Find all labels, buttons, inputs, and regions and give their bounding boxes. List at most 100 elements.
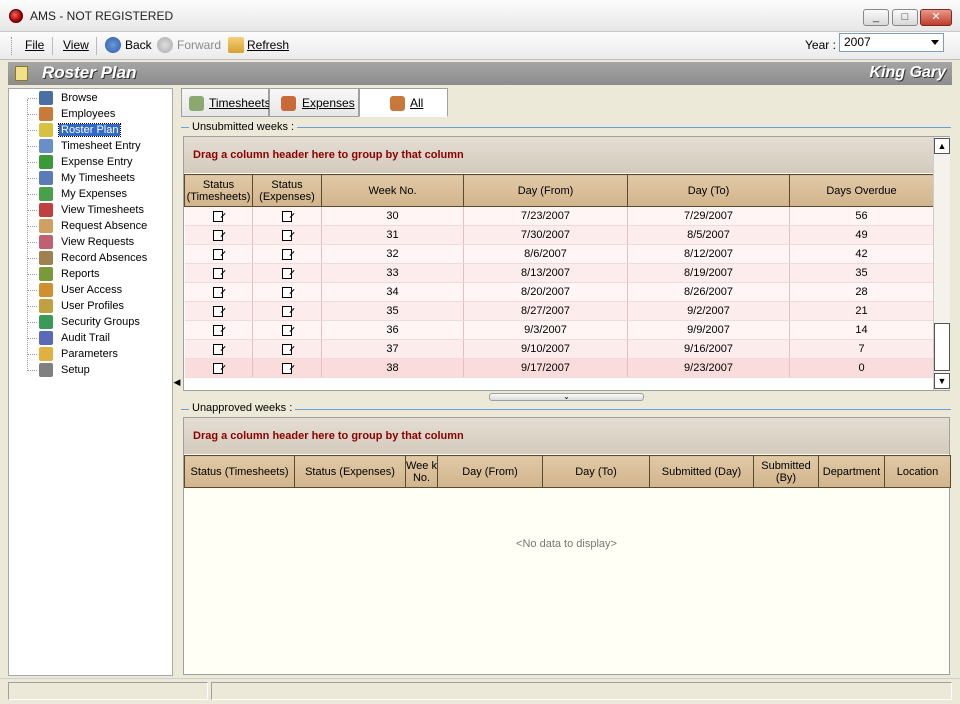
edit-document-icon[interactable] — [282, 248, 292, 260]
year-select[interactable]: 2007 — [839, 33, 944, 52]
minimize-button[interactable]: _ — [863, 9, 889, 26]
scroll-thumb[interactable] — [934, 323, 950, 371]
column-header-submitted-day[interactable]: Submitted (Day) — [649, 455, 754, 488]
tab-timesheets[interactable]: Timesheets — [181, 88, 271, 117]
table-row[interactable]: 32 8/6/2007 8/12/2007 42 — [184, 244, 934, 264]
tree-item-user-access[interactable]: User Access — [19, 283, 169, 299]
table-row[interactable]: 35 8/27/2007 9/2/2007 21 — [184, 301, 934, 321]
group-by-area[interactable]: Drag a column header here to group by th… — [184, 418, 949, 454]
scroll-up-icon[interactable]: ▲ — [934, 138, 950, 154]
tree-item-reports[interactable]: Reports — [19, 267, 169, 283]
column-header-status-expenses[interactable]: Status (Expenses) — [294, 455, 406, 488]
tree-item-label: Request Absence — [61, 220, 148, 232]
column-header-department[interactable]: Department — [818, 455, 885, 488]
column-header-status-expenses[interactable]: Status (Expenses) — [252, 174, 322, 207]
edit-document-icon[interactable] — [213, 324, 224, 336]
tree-item-view-requests[interactable]: View Requests — [19, 235, 169, 251]
app-icon — [9, 9, 23, 23]
forward-arrow-icon[interactable] — [157, 37, 173, 53]
tree-item-security-groups[interactable]: Security Groups — [19, 315, 169, 331]
table-row[interactable]: 36 9/3/2007 9/9/2007 14 — [184, 320, 934, 340]
file-menu[interactable]: File — [25, 38, 44, 52]
edit-document-icon[interactable] — [282, 305, 292, 317]
tab-all[interactable]: All — [359, 88, 448, 117]
group-by-area[interactable]: Drag a column header here to group by th… — [184, 137, 949, 173]
edit-document-icon[interactable] — [213, 286, 224, 298]
edit-document-icon[interactable] — [213, 229, 224, 241]
timesheets-tab-icon — [189, 96, 204, 111]
edit-document-icon[interactable] — [213, 267, 224, 279]
collapse-arrow-icon[interactable]: ◀ — [173, 376, 181, 388]
tree-item-my-expenses[interactable]: My Expenses — [19, 187, 169, 203]
tree-item-audit-trail[interactable]: Audit Trail — [19, 331, 169, 347]
table-row[interactable]: 30 7/23/2007 7/29/2007 56 — [184, 206, 934, 226]
column-header-day-from[interactable]: Day (From) — [437, 455, 543, 488]
tree-item-request-absence[interactable]: Request Absence — [19, 219, 169, 235]
table-row[interactable]: 37 9/10/2007 9/16/2007 7 — [184, 339, 934, 359]
table-row[interactable]: 34 8/20/2007 8/26/2007 28 — [184, 282, 934, 302]
column-header-week-no[interactable]: Week No. — [321, 174, 464, 207]
refresh-button[interactable]: Refresh — [247, 38, 289, 52]
edit-document-icon[interactable] — [282, 229, 292, 241]
tree-item-setup[interactable]: Setup — [19, 363, 169, 379]
table-row[interactable]: 31 7/30/2007 8/5/2007 49 — [184, 225, 934, 245]
column-header-location[interactable]: Location — [884, 455, 951, 488]
edit-document-icon[interactable] — [213, 362, 224, 374]
tree-item-my-timesheets[interactable]: My Timesheets — [19, 171, 169, 187]
toolbar-grip[interactable] — [11, 37, 14, 55]
edit-document-icon[interactable] — [282, 343, 292, 355]
status-panel — [8, 682, 208, 700]
edit-document-icon[interactable] — [282, 210, 292, 222]
current-user: King Gary — [869, 64, 946, 81]
edit-document-icon[interactable] — [282, 362, 292, 374]
tree-item-roster-plan[interactable]: Roster Plan — [19, 123, 169, 139]
column-header-day-to[interactable]: Day (To) — [542, 455, 650, 488]
table-row[interactable]: 38 9/17/2007 9/23/2007 0 — [184, 358, 934, 378]
expense-icon — [39, 155, 53, 169]
sidebar-splitter[interactable]: ◀ — [173, 88, 181, 676]
all-tab-icon — [390, 96, 405, 111]
tab-expenses[interactable]: Expenses — [269, 88, 359, 117]
tree-item-timesheet-entry[interactable]: Timesheet Entry — [19, 139, 169, 155]
chevron-down-icon[interactable] — [931, 40, 939, 45]
edit-document-icon[interactable] — [213, 210, 224, 222]
edit-document-icon[interactable] — [282, 286, 292, 298]
edit-document-icon[interactable] — [282, 324, 292, 336]
column-header-day-from[interactable]: Day (From) — [463, 174, 628, 207]
roster-plan-icon — [15, 66, 28, 81]
table-row[interactable]: 33 8/13/2007 8/19/2007 35 — [184, 263, 934, 283]
tree-item-record-absences[interactable]: Record Absences — [19, 251, 169, 267]
timesheet-icon — [39, 139, 53, 153]
back-button[interactable]: Back — [125, 38, 152, 52]
edit-document-icon[interactable] — [213, 305, 224, 317]
refresh-icon[interactable] — [228, 37, 244, 53]
main-panel: Timesheets Expenses All Unsubmitted week… — [181, 88, 952, 676]
view-menu[interactable]: View — [63, 38, 89, 52]
panel-splitter[interactable]: ⌄ — [489, 393, 644, 401]
maximize-button[interactable]: □ — [892, 9, 918, 26]
edit-document-icon[interactable] — [282, 267, 292, 279]
forward-button[interactable]: Forward — [177, 38, 221, 52]
tree-item-user-profiles[interactable]: User Profiles — [19, 299, 169, 315]
column-header-status-timesheets[interactable]: Status (Timesheets) — [184, 455, 295, 488]
tree-item-employees[interactable]: Employees — [19, 107, 169, 123]
scroll-down-icon[interactable]: ▼ — [934, 373, 950, 389]
unsubmitted-scrollbar[interactable]: ▲ ▼ — [933, 137, 950, 390]
back-arrow-icon[interactable] — [105, 37, 121, 53]
column-header-days-overdue[interactable]: Days Overdue — [789, 174, 934, 207]
eye-icon — [39, 235, 53, 249]
column-header-week-no[interactable]: Wee k No. — [405, 455, 438, 488]
tree-item-expense-entry[interactable]: Expense Entry — [19, 155, 169, 171]
tree-item-parameters[interactable]: Parameters — [19, 347, 169, 363]
column-header-submitted-by[interactable]: Submitted (By) — [753, 455, 819, 488]
edit-document-icon[interactable] — [213, 343, 224, 355]
close-button[interactable]: ✕ — [920, 9, 952, 26]
cell-week: 37 — [321, 339, 464, 359]
edit-document-icon[interactable] — [213, 248, 224, 260]
cell-week: 30 — [321, 206, 464, 226]
tree-item-browse[interactable]: Browse — [19, 91, 169, 107]
tree-item-view-timesheets[interactable]: View Timesheets — [19, 203, 169, 219]
column-header-status-timesheets[interactable]: Status (Timesheets) — [184, 174, 253, 207]
tab-label: All — [410, 96, 424, 110]
column-header-day-to[interactable]: Day (To) — [627, 174, 790, 207]
